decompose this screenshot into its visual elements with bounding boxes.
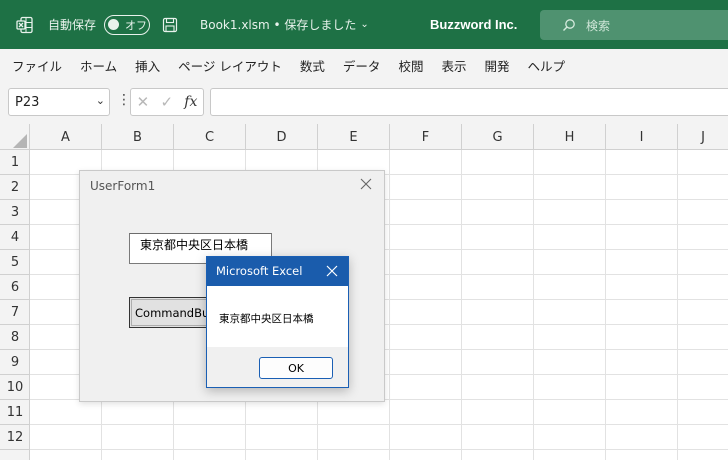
column-header-c[interactable]: C xyxy=(174,124,246,150)
row-header-3[interactable]: 3 xyxy=(0,200,30,225)
menu-item-developer[interactable]: 開発 xyxy=(484,56,509,75)
chevron-down-icon: ⌄ xyxy=(360,19,369,30)
chevron-down-icon[interactable]: ⌄ xyxy=(96,94,105,107)
search-icon xyxy=(562,18,576,32)
close-icon[interactable] xyxy=(322,261,342,281)
menu-item-help[interactable]: ヘルプ xyxy=(527,56,565,75)
gridline xyxy=(677,150,678,460)
row-header-5[interactable]: 5 xyxy=(0,250,30,275)
formula-buttons: ✕ ✓ fx xyxy=(130,88,204,116)
formula-bar: P23 ⌄ ⋮ ✕ ✓ fx xyxy=(0,82,728,124)
row-header-4[interactable]: 4 xyxy=(0,225,30,250)
menu-item-home[interactable]: ホーム xyxy=(80,56,117,75)
row-header-8[interactable]: 8 xyxy=(0,325,30,350)
gridline xyxy=(605,150,606,460)
excel-logo-icon xyxy=(14,0,36,49)
column-header-j[interactable]: J xyxy=(678,124,728,150)
formula-input[interactable] xyxy=(210,88,728,116)
menu-item-view[interactable]: 表示 xyxy=(441,56,466,75)
search-placeholder: 検索 xyxy=(586,18,611,33)
column-header-b[interactable]: B xyxy=(102,124,174,150)
select-all-corner[interactable] xyxy=(0,124,30,150)
menu-item-review[interactable]: 校閲 xyxy=(398,56,423,75)
row-header-1[interactable]: 1 xyxy=(0,150,30,175)
column-header-a[interactable]: A xyxy=(30,124,102,150)
ok-button[interactable]: OK xyxy=(259,357,333,379)
autosave-toggle-state: オフ xyxy=(125,18,147,32)
message-box-titlebar: Microsoft Excel xyxy=(207,257,348,286)
menu-item-data[interactable]: データ xyxy=(343,56,381,75)
enter-icon[interactable]: ✓ xyxy=(160,93,173,111)
row-header-2[interactable]: 2 xyxy=(0,175,30,200)
row-header-9[interactable]: 9 xyxy=(0,350,30,375)
autosave-label: 自動保存 xyxy=(48,18,97,32)
insert-function-icon[interactable]: fx xyxy=(184,94,197,110)
close-icon[interactable] xyxy=(356,174,376,194)
row-header-11[interactable]: 11 xyxy=(0,400,30,425)
column-header-g[interactable]: G xyxy=(462,124,534,150)
message-box-footer: OK xyxy=(207,347,348,387)
row-header-column: 1 2 3 4 5 6 7 8 9 10 11 12 xyxy=(0,150,30,460)
search-box[interactable]: 検索 xyxy=(540,10,728,40)
row-header-7[interactable]: 7 xyxy=(0,300,30,325)
column-header-row: A B C D E F G H I J xyxy=(0,124,728,150)
company-name: Buzzword Inc. xyxy=(430,17,518,32)
menu-bar: ファイル ホーム 挿入 ページ レイアウト 数式 データ 校閲 表示 開発 ヘル… xyxy=(0,49,728,82)
title-bar: 自動保存 オフ Book1.xlsm • 保存しました ⌄ Buzzword I… xyxy=(0,0,728,49)
column-header-i[interactable]: I xyxy=(606,124,678,150)
row-header-10[interactable]: 10 xyxy=(0,375,30,400)
menu-item-formulas[interactable]: 数式 xyxy=(300,56,325,75)
menu-item-file[interactable]: ファイル xyxy=(12,56,62,75)
column-header-h[interactable]: H xyxy=(534,124,606,150)
gridline xyxy=(30,424,728,425)
toggle-knob xyxy=(108,18,119,30)
autosave-toggle[interactable]: オフ xyxy=(104,0,150,49)
column-header-f[interactable]: F xyxy=(390,124,462,150)
column-header-d[interactable]: D xyxy=(246,124,318,150)
gridline xyxy=(30,449,728,450)
save-icon[interactable] xyxy=(162,0,178,49)
row-header-12[interactable]: 12 xyxy=(0,425,30,450)
message-box-text: 東京都中央区日本橋 xyxy=(219,313,314,325)
name-box-value: P23 xyxy=(15,94,40,110)
cancel-icon[interactable]: ✕ xyxy=(137,93,150,111)
menu-item-page-layout[interactable]: ページ レイアウト xyxy=(178,56,282,75)
document-title[interactable]: Book1.xlsm • 保存しました ⌄ xyxy=(200,0,369,49)
document-title-text: Book1.xlsm • 保存しました xyxy=(200,18,357,32)
gridline xyxy=(389,150,390,460)
gridline xyxy=(461,150,462,460)
gridline xyxy=(533,150,534,460)
message-box-dialog: Microsoft Excel 東京都中央区日本橋 OK xyxy=(206,256,349,388)
column-header-e[interactable]: E xyxy=(318,124,390,150)
userform-title: UserForm1 xyxy=(90,179,156,193)
more-options-icon[interactable]: ⋮ xyxy=(117,92,131,108)
menu-item-insert[interactable]: 挿入 xyxy=(135,56,160,75)
row-header-6[interactable]: 6 xyxy=(0,275,30,300)
message-box-title: Microsoft Excel xyxy=(216,264,303,278)
name-box[interactable]: P23 ⌄ xyxy=(8,88,110,116)
